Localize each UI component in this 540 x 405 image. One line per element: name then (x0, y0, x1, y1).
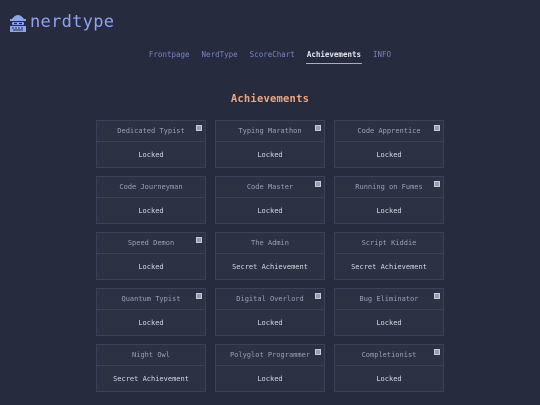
achievement-status: Locked (257, 375, 283, 383)
achievement-name: The Admin (216, 233, 324, 254)
logo[interactable]: nerdtype (9, 12, 114, 32)
lock-badge-icon (315, 125, 321, 131)
achievement-name: Dedicated Typist (97, 121, 205, 142)
achievement-name: Code Apprentice (335, 121, 443, 142)
nav-info[interactable]: INFO (372, 49, 392, 64)
achievement-name: Polyglot Programmer (216, 345, 324, 366)
achievement-status: Locked (138, 207, 164, 215)
achievement-card: Code Journeyman Locked (96, 176, 206, 224)
achievement-status: Secret Achievement (113, 375, 189, 383)
achievement-card: Digital Overlord Locked (215, 288, 325, 336)
achievement-card: Running on Fumes Locked (334, 176, 444, 224)
lock-badge-icon (434, 125, 440, 131)
nav-scorechart[interactable]: ScoreChart (249, 49, 296, 64)
achievement-status: Locked (257, 207, 283, 215)
achievement-card: The Admin Secret Achievement (215, 232, 325, 280)
achievement-card: Polyglot Programmer Locked (215, 344, 325, 392)
achievement-status: Locked (138, 263, 164, 271)
achievement-card: Bug Eliminator Locked (334, 288, 444, 336)
lock-badge-icon (434, 349, 440, 355)
achievement-status: Locked (376, 207, 402, 215)
page-title: Achievements (230, 93, 310, 105)
lock-badge-icon (434, 181, 440, 187)
lock-badge-icon (196, 237, 202, 243)
achievement-card: Completionist Locked (334, 344, 444, 392)
achievement-status: Locked (257, 319, 283, 327)
main-nav: Frontpage NerdType ScoreChart Achievemen… (0, 49, 540, 64)
achievement-name: Running on Fumes (335, 177, 443, 198)
achievement-card: Code Master Locked (215, 176, 325, 224)
achievement-card: Code Apprentice Locked (334, 120, 444, 168)
lock-badge-icon (196, 293, 202, 299)
nav-achievements[interactable]: Achievements (305, 49, 363, 64)
achievement-status: Locked (376, 319, 402, 327)
lock-badge-icon (434, 293, 440, 299)
achievement-name: Speed Demon (97, 233, 205, 254)
logo-text: nerdtype (30, 12, 115, 32)
achievement-status: Locked (257, 151, 283, 159)
achievement-card: Typing Marathon Locked (215, 120, 325, 168)
lock-badge-icon (315, 349, 321, 355)
achievement-status: Locked (376, 151, 402, 159)
hacker-icon (10, 15, 26, 32)
achievement-card: Dedicated Typist Locked (96, 120, 206, 168)
nav-frontpage[interactable]: Frontpage (148, 49, 191, 64)
achievement-card: Script Kiddie Secret Achievement (334, 232, 444, 280)
achievement-name: Digital Overlord (216, 289, 324, 310)
lock-badge-icon (315, 181, 321, 187)
achievement-name: Bug Eliminator (335, 289, 443, 310)
achievement-card: Quantum Typist Locked (96, 288, 206, 336)
achievement-card: Night Owl Secret Achievement (96, 344, 206, 392)
achievement-name: Night Owl (97, 345, 205, 366)
achievement-name: Code Master (216, 177, 324, 198)
achievement-status: Secret Achievement (351, 263, 427, 271)
lock-badge-icon (315, 293, 321, 299)
achievements-grid: Dedicated Typist Locked Typing Marathon … (96, 120, 444, 392)
achievement-name: Completionist (335, 345, 443, 366)
achievement-status: Secret Achievement (232, 263, 308, 271)
achievement-name: Typing Marathon (216, 121, 324, 142)
achievement-name: Code Journeyman (97, 177, 205, 198)
achievement-name: Script Kiddie (335, 233, 443, 254)
achievement-status: Locked (138, 319, 164, 327)
nav-nerdtype[interactable]: NerdType (201, 49, 239, 64)
achievement-card: Speed Demon Locked (96, 232, 206, 280)
achievement-status: Locked (138, 151, 164, 159)
achievement-status: Locked (376, 375, 402, 383)
achievement-name: Quantum Typist (97, 289, 205, 310)
lock-badge-icon (196, 125, 202, 131)
